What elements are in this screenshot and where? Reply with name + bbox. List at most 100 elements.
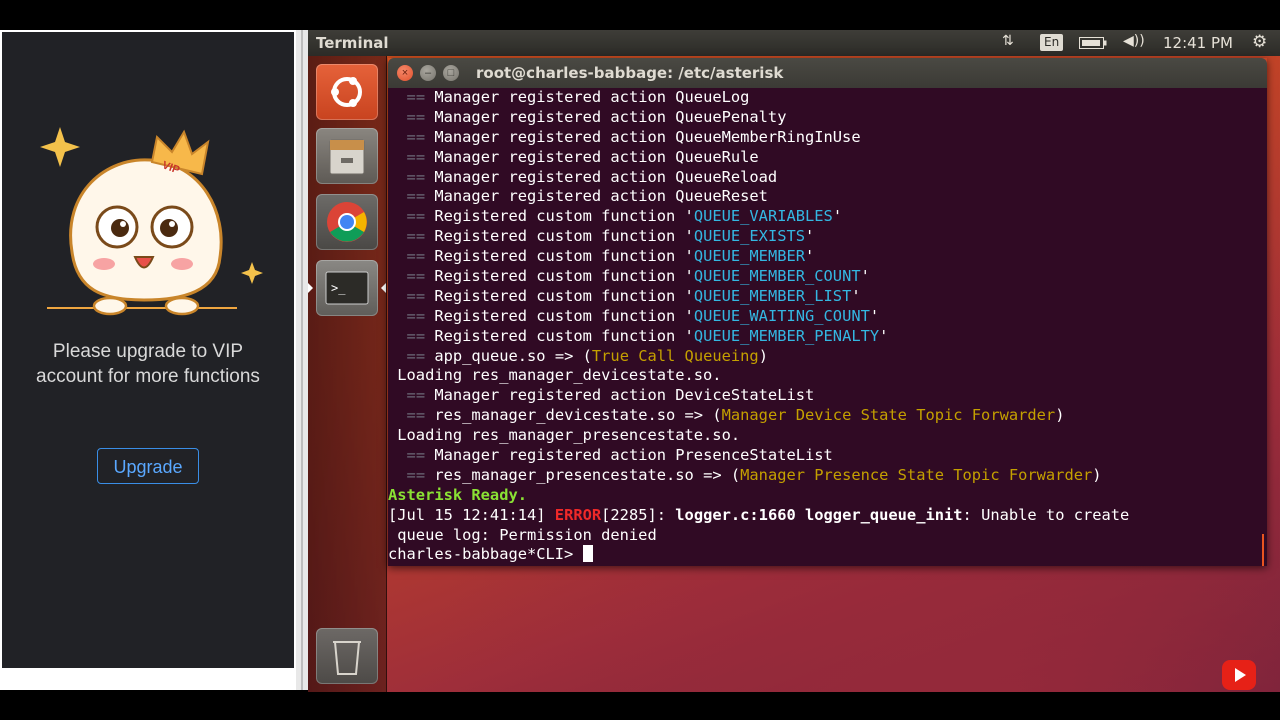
- terminal-text-segment: ==: [406, 286, 426, 305]
- unity-launcher: >_: [308, 56, 387, 692]
- terminal-text-segment: QUEUE_MEMBER_COUNT: [693, 267, 861, 286]
- terminal-text-segment: ): [1055, 406, 1065, 425]
- terminal-line: == Manager registered action QueuePenalt…: [388, 108, 1129, 128]
- terminal-text-segment: logger.c:1660 logger_queue_init: [675, 505, 963, 524]
- terminal-text-segment: : Unable to create: [962, 505, 1130, 524]
- terminal-text-segment: ==: [406, 147, 426, 166]
- panel-divider-line[interactable]: [301, 30, 303, 690]
- launcher-active-indicator: [308, 283, 313, 293]
- trash-icon[interactable]: [316, 628, 378, 684]
- clock[interactable]: 12:41 PM: [1163, 34, 1233, 52]
- terminal-text-segment: Manager Device State Topic Forwarder: [721, 406, 1056, 425]
- maximize-icon[interactable]: □: [443, 65, 459, 81]
- terminal-prompt-line[interactable]: charles-babbage*CLI>: [388, 545, 1129, 565]
- terminal-text-segment: Manager registered action QueueReload: [425, 167, 778, 186]
- terminal-text-segment: Registered custom function ': [425, 227, 694, 246]
- terminal-text-segment: ==: [406, 306, 426, 325]
- terminal-scrollbar[interactable]: [1262, 534, 1264, 566]
- terminal-text-segment: res_manager_devicestate.so => (: [425, 406, 722, 425]
- terminal-line: == Manager registered action PresenceSta…: [388, 446, 1129, 466]
- keyboard-layout-icon[interactable]: En: [1040, 34, 1064, 51]
- terminal-text-segment: Registered custom function ': [425, 267, 694, 286]
- terminal-text-segment: ==: [406, 465, 426, 484]
- terminal-line: == Registered custom function 'QUEUE_WAI…: [388, 307, 1129, 327]
- terminal-text-segment: Registered custom function ': [425, 247, 694, 266]
- terminal-text-segment: Manager registered action QueueMemberRin…: [425, 127, 861, 146]
- terminal-text-segment: Manager registered action QueueLog: [425, 88, 750, 106]
- terminal-text-segment: QUEUE_MEMBER_PENALTY: [693, 326, 880, 345]
- volume-icon[interactable]: ◀)): [1123, 33, 1145, 49]
- terminal-text-segment: Registered custom function ': [425, 286, 694, 305]
- minimize-icon[interactable]: –: [420, 65, 436, 81]
- settings-gear-icon[interactable]: ⚙: [1252, 32, 1267, 52]
- youtube-play-icon[interactable]: [1222, 660, 1256, 690]
- terminal-text-segment: ==: [406, 88, 426, 106]
- terminal-text-segment: Registered custom function ': [425, 326, 694, 345]
- terminal-text-segment: ': [869, 306, 880, 325]
- files-icon[interactable]: [316, 128, 378, 184]
- terminal-line: == Registered custom function 'QUEUE_MEM…: [388, 247, 1129, 267]
- upgrade-button[interactable]: Upgrade: [97, 448, 199, 484]
- terminal-line: Loading res_manager_presencestate.so.: [388, 426, 1129, 446]
- terminal-icon[interactable]: >_: [316, 260, 378, 316]
- terminal-text-segment: QUEUE_WAITING_COUNT: [693, 306, 870, 325]
- terminal-text-segment: Manager registered action DeviceStateLis…: [425, 386, 815, 405]
- terminal-line: Loading res_manager_devicestate.so.: [388, 366, 1129, 386]
- terminal-window: × – □ root@charles-babbage: /etc/asteris…: [388, 58, 1267, 566]
- terminal-text-segment: Asterisk Ready.: [388, 485, 527, 504]
- svg-text:>_: >_: [331, 281, 346, 295]
- terminal-titlebar[interactable]: × – □ root@charles-babbage: /etc/asteris…: [388, 58, 1267, 88]
- terminal-text-segment: [2285]:: [601, 505, 676, 524]
- terminal-text-segment: app_queue.so => (: [425, 346, 592, 365]
- network-icon[interactable]: ⇅: [1002, 33, 1014, 49]
- terminal-text-segment: Registered custom function ': [425, 306, 694, 325]
- terminal-line: == Registered custom function 'QUEUE_VAR…: [388, 207, 1129, 227]
- terminal-line: == Manager registered action QueueReset: [388, 187, 1129, 207]
- vip-panel-body: VIP Please upgrade to VIP account for mo…: [2, 32, 294, 668]
- terminal-line: queue log: Permission denied: [388, 526, 1129, 546]
- upgrade-message: Please upgrade to VIP account for more f…: [36, 341, 260, 387]
- terminal-text-segment: Loading res_manager_devicestate.so.: [388, 366, 722, 385]
- terminal-cursor: [582, 545, 593, 563]
- terminal-line: == Registered custom function 'QUEUE_EXI…: [388, 227, 1129, 247]
- terminal-text-segment: ==: [406, 187, 426, 206]
- terminal-line: == Manager registered action QueueReload: [388, 168, 1129, 188]
- terminal-output[interactable]: == Manager registered action QueueLog ==…: [388, 88, 1267, 566]
- terminal-text-segment: ==: [406, 247, 426, 266]
- terminal-text-segment: ': [832, 207, 843, 226]
- terminal-line: == Manager registered action QueueMember…: [388, 128, 1129, 148]
- terminal-line: == Manager registered action DeviceState…: [388, 386, 1129, 406]
- terminal-text-segment: [Jul 15 12:41:14]: [388, 505, 555, 524]
- chrome-icon[interactable]: [316, 194, 378, 250]
- terminal-text-segment: QUEUE_MEMBER: [693, 247, 806, 266]
- terminal-line: [Jul 15 12:41:14] ERROR[2285]: logger.c:…: [388, 506, 1129, 526]
- ubuntu-dash-icon[interactable]: [316, 64, 378, 120]
- battery-icon[interactable]: [1079, 37, 1107, 49]
- close-icon[interactable]: ×: [397, 65, 413, 81]
- terminal-text-segment: ==: [406, 167, 426, 186]
- video-letterbox-bottom: [0, 692, 1280, 720]
- terminal-text-segment: QUEUE_MEMBER_LIST: [693, 286, 852, 305]
- terminal-text-segment: Manager registered action PresenceStateL…: [425, 446, 833, 465]
- terminal-text-segment: Manager Presence State Topic Forwarder: [740, 465, 1093, 484]
- terminal-text-segment: QUEUE_EXISTS: [693, 227, 806, 246]
- terminal-text-segment: Manager registered action QueueReset: [425, 187, 768, 206]
- terminal-text-segment: ==: [406, 406, 426, 425]
- terminal-text-segment: Registered custom function ': [425, 207, 694, 226]
- terminal-text-segment: ==: [406, 207, 426, 226]
- terminal-text-segment: queue log: Permission denied: [388, 525, 657, 544]
- active-app-name: Terminal: [316, 34, 389, 52]
- terminal-text-segment: ==: [406, 326, 426, 345]
- terminal-text-segment: ERROR: [554, 505, 602, 524]
- terminal-text-segment: ==: [406, 267, 426, 286]
